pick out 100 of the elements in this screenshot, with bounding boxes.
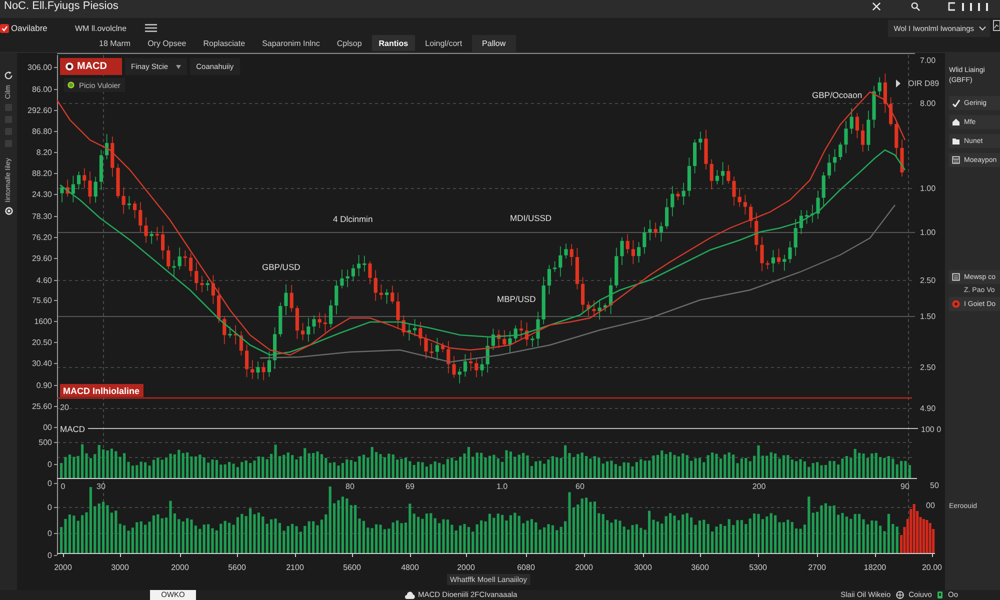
ring-icon bbox=[65, 62, 74, 71]
pair-label: GBP/Ocoaon bbox=[812, 90, 862, 100]
bracket-icon[interactable] bbox=[948, 2, 956, 11]
axis-label: 5600 bbox=[343, 563, 361, 572]
axis-label: 00 bbox=[43, 423, 52, 432]
axis-label: 4800 bbox=[401, 563, 419, 572]
target-icon bbox=[952, 300, 960, 308]
axis-label: 1.50 bbox=[920, 312, 936, 321]
axis-label: 60 bbox=[576, 482, 584, 491]
axis-label: 2100 bbox=[286, 563, 304, 572]
axis-label: 29.60 bbox=[32, 254, 52, 263]
status-dot-icon bbox=[67, 81, 75, 89]
axis-label: 30 bbox=[96, 482, 106, 491]
refresh-icon[interactable] bbox=[4, 71, 13, 80]
check-icon bbox=[952, 99, 960, 107]
axis-label: 0 bbox=[48, 551, 52, 560]
axis-label: 2.50 bbox=[920, 276, 936, 285]
axis-label: 80 bbox=[346, 482, 354, 491]
caret-icon bbox=[896, 80, 900, 88]
tab[interactable]: 18 Marm bbox=[92, 35, 138, 51]
axis-label: 3000 bbox=[634, 563, 652, 572]
axis-label: 76.20 bbox=[32, 233, 52, 242]
axis-label: 306.00 bbox=[28, 63, 52, 72]
axis-label: 24.30 bbox=[32, 190, 52, 199]
axis-label: 3600 bbox=[691, 563, 709, 572]
axis-label: 1600 bbox=[34, 317, 52, 326]
axis-label: 8.00 bbox=[920, 99, 936, 108]
axis-label: 78.30 bbox=[32, 212, 52, 221]
axis-label: 1.0 bbox=[496, 482, 508, 491]
axis-label: 0 bbox=[48, 460, 52, 469]
axis-label: 5300 bbox=[749, 563, 767, 572]
axis-label: 292.60 bbox=[28, 106, 52, 115]
caret-icon bbox=[176, 64, 182, 68]
chart-icon[interactable] bbox=[993, 20, 1000, 31]
tab[interactable]: Saparonim Inlnc bbox=[255, 35, 327, 51]
tab[interactable]: Cplsop bbox=[330, 35, 369, 51]
axis-label: 0.90 bbox=[36, 381, 52, 390]
price-label: OIR D89 bbox=[908, 79, 940, 88]
calendar-icon bbox=[952, 156, 960, 164]
radio-icon[interactable] bbox=[4, 207, 12, 216]
workspace-name: WM ll.ovolclne bbox=[75, 24, 127, 32]
axis-label: 75.60 bbox=[32, 296, 52, 305]
axis-label: 500 bbox=[38, 438, 52, 447]
folder-icon bbox=[952, 137, 960, 145]
pair-label: MBP/USD bbox=[497, 294, 536, 304]
axis-label: 5600 bbox=[228, 563, 246, 572]
axis-label: 2700 bbox=[808, 563, 826, 572]
tab[interactable]: Rantios bbox=[372, 35, 416, 51]
bars-icon[interactable] bbox=[960, 2, 990, 11]
house-icon bbox=[952, 118, 960, 126]
close-icon[interactable] bbox=[872, 2, 881, 11]
axis-label: 30.40 bbox=[32, 359, 52, 368]
pair-label: GBP/USD bbox=[262, 262, 300, 272]
axis-label: 3000 bbox=[111, 563, 129, 572]
axis-label: 25.60 bbox=[32, 402, 52, 411]
axis-label: 69 bbox=[406, 482, 414, 491]
axis-label: 90 bbox=[900, 482, 910, 491]
pair-label: MDI/USSD bbox=[510, 213, 552, 223]
list-icon bbox=[952, 273, 960, 281]
chevron-icon bbox=[979, 26, 986, 31]
axis-label: 2000 bbox=[54, 563, 72, 572]
axis-label: 100 0 bbox=[921, 425, 942, 434]
pair-label: 4 Dlcinmin bbox=[333, 214, 373, 224]
axis-label: 7.00 bbox=[920, 56, 936, 65]
axis-label: 00 bbox=[926, 501, 935, 510]
axis-label: 2000 bbox=[171, 563, 189, 572]
toolbar-button[interactable]: Pallow bbox=[472, 34, 516, 52]
macd-label: MACD bbox=[60, 424, 86, 434]
axis-label: 6080 bbox=[517, 563, 535, 572]
axis-label: 20 bbox=[60, 403, 69, 412]
axis-label: 1.00 bbox=[920, 228, 936, 237]
indicator-button[interactable]: MACD bbox=[60, 58, 122, 75]
menu-icon[interactable] bbox=[144, 24, 157, 32]
axis-label: 2000 bbox=[457, 563, 475, 572]
globe-icon[interactable] bbox=[896, 591, 904, 599]
axis-label: 2.50 bbox=[920, 363, 936, 372]
window-title: NoC. Ell.Fyiugs Piesios bbox=[4, 0, 118, 12]
axis-label: 2000 bbox=[575, 563, 593, 572]
axis-label: 86.00 bbox=[32, 85, 52, 94]
tab[interactable]: Ory Opsee bbox=[140, 35, 194, 51]
axis-label: 0 bbox=[48, 529, 52, 538]
axis-label: 86.80 bbox=[32, 127, 52, 136]
axis-label: 4.60 bbox=[36, 276, 52, 285]
axis-label: 0 bbox=[48, 479, 52, 488]
axis-label: 50 bbox=[930, 481, 939, 490]
axis-label: 1.00 bbox=[920, 184, 936, 193]
logo-icon bbox=[0, 24, 9, 32]
axis-label: 88.20 bbox=[32, 169, 52, 178]
axis-label: 8.20 bbox=[36, 148, 52, 157]
tab[interactable]: Loingl/cort bbox=[418, 35, 470, 51]
axis-label: 0 bbox=[48, 503, 52, 512]
brand-name: Oavilabre bbox=[11, 23, 48, 33]
axis-label: 20.50 bbox=[32, 338, 52, 347]
search-icon[interactable] bbox=[911, 2, 920, 11]
indicator-label: MACD Inlhiolaline bbox=[60, 384, 144, 397]
axis-label: 200 bbox=[752, 482, 766, 491]
device-icon[interactable] bbox=[936, 591, 943, 599]
cloud-icon bbox=[405, 591, 415, 599]
negative-histogram-bars bbox=[900, 504, 935, 553]
tab[interactable]: Roplasciate bbox=[196, 35, 252, 51]
